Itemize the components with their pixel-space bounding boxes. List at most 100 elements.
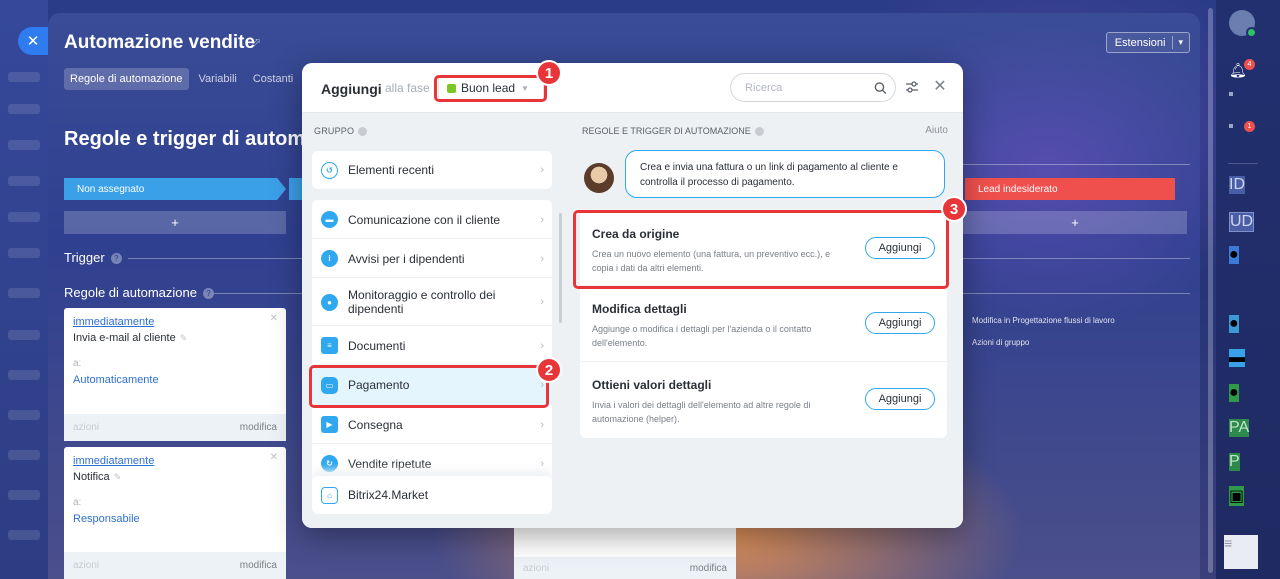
recent-group-box: ↺ Elementi recenti › bbox=[312, 151, 552, 189]
add-trigger-button[interactable]: + bbox=[963, 211, 1187, 234]
highlight-create-from-source bbox=[573, 210, 949, 289]
rules-label-text: Regole di automazione bbox=[64, 285, 197, 300]
add-trigger-button[interactable]: + bbox=[64, 211, 286, 234]
chat-icon: ▬ bbox=[321, 211, 338, 228]
actions-link[interactable]: azioni bbox=[73, 560, 99, 571]
action-title: Ottieni valori dettagli bbox=[592, 378, 712, 392]
tabs: Regole di automazione Variabili Costanti bbox=[64, 68, 299, 90]
group-label: Vendite ripetute bbox=[348, 456, 432, 471]
spiral-icon[interactable] bbox=[1229, 92, 1233, 96]
rule-name-text: Invia e-mail al cliente bbox=[73, 332, 176, 344]
annotation-number: 2 bbox=[536, 357, 562, 383]
help-icon[interactable] bbox=[358, 127, 368, 137]
edit-link[interactable]: modifica bbox=[690, 563, 727, 574]
search-icon[interactable] bbox=[874, 81, 887, 95]
close-icon[interactable]: ✕ bbox=[932, 79, 948, 95]
edit-link[interactable]: modifica bbox=[240, 560, 277, 571]
group-item-recent[interactable]: ↺ Elementi recenti › bbox=[312, 151, 552, 189]
avatar[interactable]: PA bbox=[1229, 419, 1250, 437]
close-icon[interactable]: ✕ bbox=[270, 313, 278, 324]
actions-link[interactable]: azioni bbox=[73, 422, 99, 433]
divider bbox=[1172, 36, 1174, 49]
close-slider-button[interactable]: ✕ bbox=[18, 27, 48, 55]
avatar[interactable]: P bbox=[1229, 453, 1240, 471]
stage-junk-lead[interactable]: Lead indesiderato bbox=[965, 178, 1175, 200]
chat-icon[interactable]: ▬ bbox=[1229, 349, 1245, 367]
rule-card[interactable]: immediatamente ✕ Notifica ✎ a: Responsabi… bbox=[64, 447, 286, 579]
trigger-label: Trigger? bbox=[64, 250, 122, 265]
tab-variables[interactable]: Variabili bbox=[193, 68, 243, 90]
action-get-detail-values[interactable]: Ottieni valori dettagli Invia i valori d… bbox=[580, 362, 947, 437]
help-icon[interactable]: ? bbox=[110, 253, 122, 265]
tab-automation-rules[interactable]: Regole di automazione bbox=[64, 68, 189, 90]
plus-icon: + bbox=[1071, 215, 1079, 230]
truck-icon: ▶ bbox=[321, 416, 338, 433]
actions-header-text: REGOLE E TRIGGER DI AUTOMAZIONE bbox=[582, 126, 751, 136]
info-icon: i bbox=[321, 250, 338, 267]
group-item-documents[interactable]: ≡ Documenti › bbox=[312, 326, 552, 365]
group-actions-link[interactable]: Azioni di gruppo bbox=[972, 338, 1029, 347]
rule-recipient[interactable]: Automaticamente bbox=[73, 374, 159, 386]
scrollbar[interactable] bbox=[1208, 8, 1213, 573]
search-field[interactable] bbox=[730, 73, 896, 102]
rule-timing[interactable]: immediatamente bbox=[73, 455, 154, 467]
help-icon[interactable] bbox=[754, 127, 764, 137]
rule-recipient[interactable]: Responsabile bbox=[73, 513, 140, 525]
chevron-right-icon: › bbox=[540, 164, 544, 176]
actions-header: REGOLE E TRIGGER DI AUTOMAZIONE bbox=[582, 126, 764, 137]
pencil-icon[interactable]: ✎ bbox=[114, 472, 122, 482]
help-icon[interactable]: ? bbox=[202, 288, 214, 300]
bg-row bbox=[8, 248, 40, 258]
group-item-communication[interactable]: ▬ Comunicazione con il cliente › bbox=[312, 200, 552, 239]
left-background bbox=[0, 0, 48, 579]
action-edit-details[interactable]: Modifica dettagli Aggiunge o modifica i … bbox=[580, 286, 947, 362]
card-footer: azioni modifica bbox=[64, 414, 286, 441]
rules-label: Regole di automazione? bbox=[64, 285, 214, 300]
close-icon[interactable]: ✕ bbox=[270, 452, 278, 463]
scrollbar[interactable] bbox=[559, 213, 562, 323]
chat-icon[interactable] bbox=[1229, 124, 1233, 128]
extensions-button[interactable]: Estensioni ▾ bbox=[1105, 32, 1190, 53]
rule-timing[interactable]: immediatamente bbox=[73, 316, 154, 328]
rule-to-label: a: bbox=[73, 358, 82, 369]
filter-settings-icon[interactable] bbox=[905, 80, 919, 94]
pencil-icon[interactable]: ✎ bbox=[180, 333, 188, 343]
rule-card[interactable]: immediatamente ✕ Invia e-mail al cliente… bbox=[64, 308, 286, 441]
search-input[interactable] bbox=[745, 81, 875, 94]
actions-link[interactable]: azioni bbox=[523, 563, 549, 574]
avatar[interactable]: UD bbox=[1229, 212, 1255, 232]
edit-link[interactable]: modifica bbox=[240, 422, 277, 433]
repeat-icon: ↻ bbox=[321, 455, 338, 472]
pin-icon[interactable]: ⬀ bbox=[251, 35, 261, 49]
avatar[interactable]: ID bbox=[1229, 176, 1245, 194]
menu-icon[interactable]: ≡ bbox=[1224, 535, 1258, 569]
group-item-employee-alerts[interactable]: i Avvisi per i dipendenti › bbox=[312, 239, 552, 278]
group-icon[interactable]: ● bbox=[1229, 384, 1239, 402]
help-link[interactable]: Aiuto bbox=[925, 125, 948, 136]
group-label: Monitoraggio e controllo dei dipendenti bbox=[348, 288, 496, 316]
workflow-designer-link[interactable]: Modifica in Progettazione flussi di lavo… bbox=[972, 316, 1115, 325]
stage-not-assigned[interactable]: Non assegnato bbox=[64, 178, 286, 200]
divider bbox=[214, 293, 302, 294]
group-item-employee-monitoring[interactable]: ● Monitoraggio e controllo dei dipendent… bbox=[312, 278, 552, 326]
divider bbox=[935, 164, 1190, 165]
calendar-icon[interactable]: ▣ bbox=[1229, 486, 1245, 506]
stage-label: Lead indesiderato bbox=[978, 183, 1058, 195]
tab-constants[interactable]: Costanti bbox=[247, 68, 299, 90]
group-icon[interactable]: ● bbox=[1229, 315, 1239, 333]
notification-badge: 4 bbox=[1244, 59, 1255, 70]
card-footer: azioni modifica bbox=[514, 557, 736, 579]
group-list: ▬ Comunicazione con il cliente › i Avvis… bbox=[312, 200, 552, 512]
group-item-delivery[interactable]: ▶ Consegna › bbox=[312, 405, 552, 444]
annotation-number: 1 bbox=[536, 60, 562, 86]
extensions-label: Estensioni bbox=[1114, 36, 1166, 49]
group-item-market[interactable]: ⌂ Bitrix24.Market bbox=[312, 476, 552, 514]
stage-next[interactable] bbox=[289, 178, 303, 200]
rule-card[interactable]: azioni modifica bbox=[514, 528, 736, 579]
add-button[interactable]: Aggiungi bbox=[865, 312, 935, 334]
add-button[interactable]: Aggiungi bbox=[865, 388, 935, 410]
group-icon[interactable]: ● bbox=[1229, 246, 1239, 264]
bg-row bbox=[8, 104, 40, 114]
bg-row bbox=[8, 530, 40, 540]
chevron-right-icon: › bbox=[540, 457, 544, 470]
